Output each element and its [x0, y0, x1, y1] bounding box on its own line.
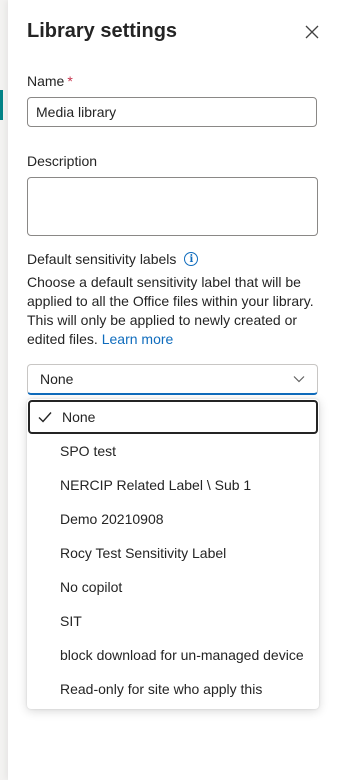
dropdown-selected-value: None — [40, 371, 74, 387]
option-demo-20210908[interactable]: Demo 20210908 — [28, 502, 318, 536]
sensitivity-labels-text: Default sensitivity labels — [27, 251, 177, 267]
description-textarea[interactable] — [27, 177, 318, 236]
option-sit[interactable]: SIT — [28, 604, 318, 638]
close-icon — [305, 25, 319, 39]
option-label: Rocy Test Sensitivity Label — [60, 545, 227, 561]
panel-title: Library settings — [27, 20, 178, 42]
option-rocy-test[interactable]: Rocy Test Sensitivity Label — [28, 536, 318, 570]
learn-more-link[interactable]: Learn more — [102, 331, 174, 347]
dropdown-listbox: None SPO test NERCIP Related Label \ Sub… — [27, 399, 319, 709]
option-label: None — [62, 409, 96, 425]
library-settings-panel: Library settings Name * Media library Des… — [8, 0, 346, 780]
required-marker: * — [67, 73, 73, 89]
option-block-download[interactable]: block download for un-managed device — [28, 638, 318, 672]
name-label-text: Name — [27, 73, 65, 89]
option-label: Read-only for site who apply this — [60, 681, 263, 697]
option-no-copilot[interactable]: No copilot — [28, 570, 318, 604]
option-label: SIT — [60, 613, 82, 629]
sensitivity-labels-heading: Default sensitivity labels i — [27, 251, 199, 267]
info-icon[interactable]: i — [184, 252, 199, 266]
name-label: Name * — [27, 73, 73, 89]
checkmark-icon — [37, 409, 53, 425]
option-spo-test[interactable]: SPO test — [28, 434, 318, 468]
sensitivity-label-dropdown[interactable]: None — [27, 364, 318, 395]
option-label: NERCIP Related Label \ Sub 1 — [60, 477, 252, 493]
chevron-down-icon — [293, 373, 305, 385]
description-label: Description — [27, 153, 98, 169]
option-label: SPO test — [60, 443, 117, 459]
option-label: block download for un-managed device — [60, 647, 304, 663]
close-button[interactable] — [300, 20, 324, 44]
background-nav-accent — [0, 90, 3, 120]
option-label: Demo 20210908 — [60, 511, 164, 527]
sensitivity-description: Choose a default sensitivity label that … — [27, 273, 323, 349]
option-label: No copilot — [60, 579, 123, 595]
option-nercip-related-label[interactable]: NERCIP Related Label \ Sub 1 — [28, 468, 318, 502]
option-read-only[interactable]: Read-only for site who apply this — [28, 672, 318, 706]
background-page — [0, 0, 8, 780]
option-none[interactable]: None — [28, 400, 318, 434]
name-input[interactable]: Media library — [27, 97, 317, 127]
